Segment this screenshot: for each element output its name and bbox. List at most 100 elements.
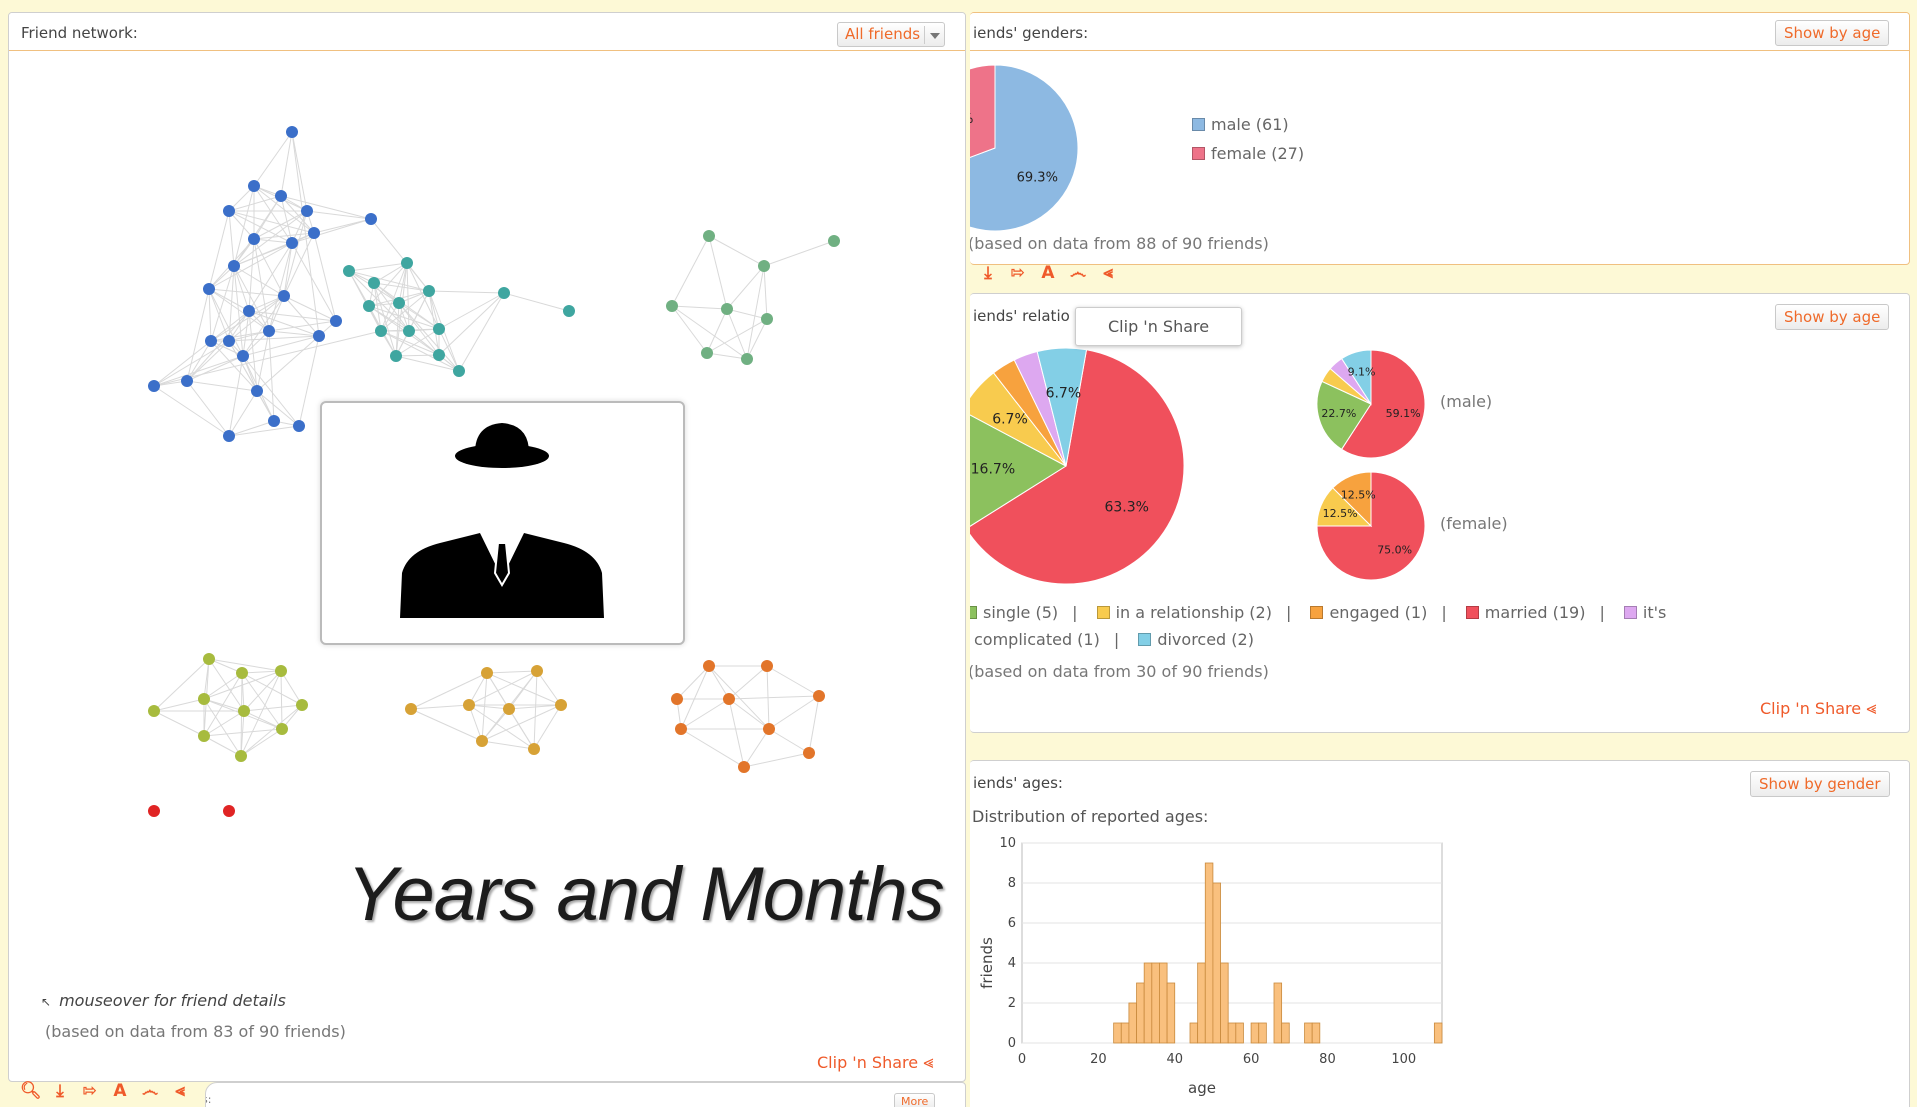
histogram-bar[interactable] [1250,1022,1260,1044]
friend-node[interactable] [223,430,235,442]
histogram-bar[interactable] [1258,1022,1267,1044]
histogram-bar[interactable] [1227,1022,1237,1044]
friend-node[interactable] [268,415,280,427]
download-icon[interactable]: ⤓ [978,263,998,283]
histogram-bar[interactable] [1281,1022,1290,1044]
histogram-bar[interactable] [1235,1022,1244,1044]
download-icon[interactable]: ⤓ [50,1081,70,1101]
export-icon[interactable]: ⇰ [80,1081,100,1101]
friend-node[interactable] [433,323,445,335]
friend-node[interactable] [223,805,235,817]
friend-node[interactable] [403,325,415,337]
histogram-bar[interactable] [1128,1002,1137,1044]
friend-node[interactable] [296,699,308,711]
friend-node[interactable] [761,660,773,672]
friend-node[interactable] [301,205,313,217]
more-button[interactable]: More [894,1093,936,1107]
histogram-bar[interactable] [1143,962,1153,1044]
friend-node[interactable] [498,287,510,299]
friend-node[interactable] [238,705,250,717]
friend-node[interactable] [761,313,773,325]
histogram-bar[interactable] [1204,862,1214,1044]
font-icon[interactable]: A [110,1081,130,1101]
relationship-pie-chart[interactable]: 63.3% 16.7% 6.7% 6.7% [970,346,1186,586]
friend-node[interactable] [671,693,683,705]
relationship-show-by-age-button[interactable]: Show by age [1775,304,1890,330]
friend-node[interactable] [148,705,160,717]
friend-node[interactable] [476,735,488,747]
friend-node[interactable] [828,235,840,247]
friend-node[interactable] [758,260,770,272]
friend-node[interactable] [343,265,355,277]
friend-node[interactable] [248,233,260,245]
friend-node[interactable] [203,283,215,295]
share-icon[interactable]: ⪡ [1098,263,1118,283]
friend-node[interactable] [401,257,413,269]
friend-node[interactable] [278,290,290,302]
histogram-bar[interactable] [1311,1022,1321,1044]
friend-node[interactable] [481,667,493,679]
friend-node[interactable] [203,653,215,665]
friend-node[interactable] [243,305,255,317]
friend-node[interactable] [248,180,260,192]
friend-node[interactable] [763,723,775,735]
friend-node[interactable] [433,349,445,361]
friend-node[interactable] [375,325,387,337]
relationship-pie-male[interactable]: 59.1% 22.7% 9.1% [1315,348,1427,460]
friend-node[interactable] [205,335,217,347]
friend-node[interactable] [703,230,715,242]
histogram-bar[interactable] [1113,1022,1122,1044]
friends-filter-select[interactable]: All friends [837,22,946,47]
friend-node[interactable] [423,285,435,297]
relationship-clip-share-link[interactable]: Clip 'n Share ⪡ [1760,698,1876,719]
friend-node[interactable] [313,330,325,342]
friend-node[interactable] [701,347,713,359]
histogram-bar[interactable] [1212,882,1221,1044]
friend-node[interactable] [463,699,475,711]
friend-node[interactable] [308,227,320,239]
friend-node[interactable] [363,300,375,312]
friend-node[interactable] [453,365,465,377]
friend-node[interactable] [390,350,402,362]
histogram-bar[interactable] [1136,982,1145,1044]
genders-show-by-age-button[interactable]: Show by age [1775,20,1890,46]
ages-histogram[interactable]: 02468100 20 40 60 80 100agefriends [970,831,1470,1107]
friend-node[interactable] [223,205,235,217]
swirl-icon[interactable]: ෴ [1068,263,1088,283]
friend-node[interactable] [236,667,248,679]
histogram-bar[interactable] [1273,982,1283,1044]
friend-node[interactable] [813,690,825,702]
histogram-bar[interactable] [1166,982,1176,1044]
friend-node[interactable] [198,730,210,742]
friend-node[interactable] [738,761,750,773]
relationship-pie-female[interactable]: 75.0% 12.5% 12.5% [1315,470,1427,582]
friend-node[interactable] [675,723,687,735]
histogram-bar[interactable] [1433,1022,1443,1044]
show-by-gender-button[interactable]: Show by gender [1750,771,1890,797]
friend-node[interactable] [531,665,543,677]
friend-node[interactable] [251,385,263,397]
zoom-icon[interactable]: 🔍︎ [20,1081,42,1101]
friend-node[interactable] [528,743,540,755]
friend-node[interactable] [555,699,567,711]
friend-node[interactable] [293,420,305,432]
friend-node[interactable] [237,350,249,362]
friend-node[interactable] [286,237,298,249]
friend-node[interactable] [703,660,715,672]
friend-node[interactable] [365,213,377,225]
font-icon[interactable]: A [1038,263,1058,283]
friend-node[interactable] [405,703,417,715]
friend-node[interactable] [263,325,275,337]
friend-node[interactable] [286,126,298,138]
friend-node[interactable] [275,190,287,202]
friend-node[interactable] [276,723,288,735]
friend-node[interactable] [148,380,160,392]
friend-node[interactable] [721,303,733,315]
friend-node[interactable] [368,277,380,289]
friend-node[interactable] [235,750,247,762]
histogram-bar[interactable] [1189,1022,1199,1044]
swirl-icon[interactable]: ෴ [140,1081,160,1101]
histogram-bar[interactable] [1197,962,1206,1044]
friend-node[interactable] [803,747,815,759]
histogram-bar[interactable] [1151,962,1160,1044]
